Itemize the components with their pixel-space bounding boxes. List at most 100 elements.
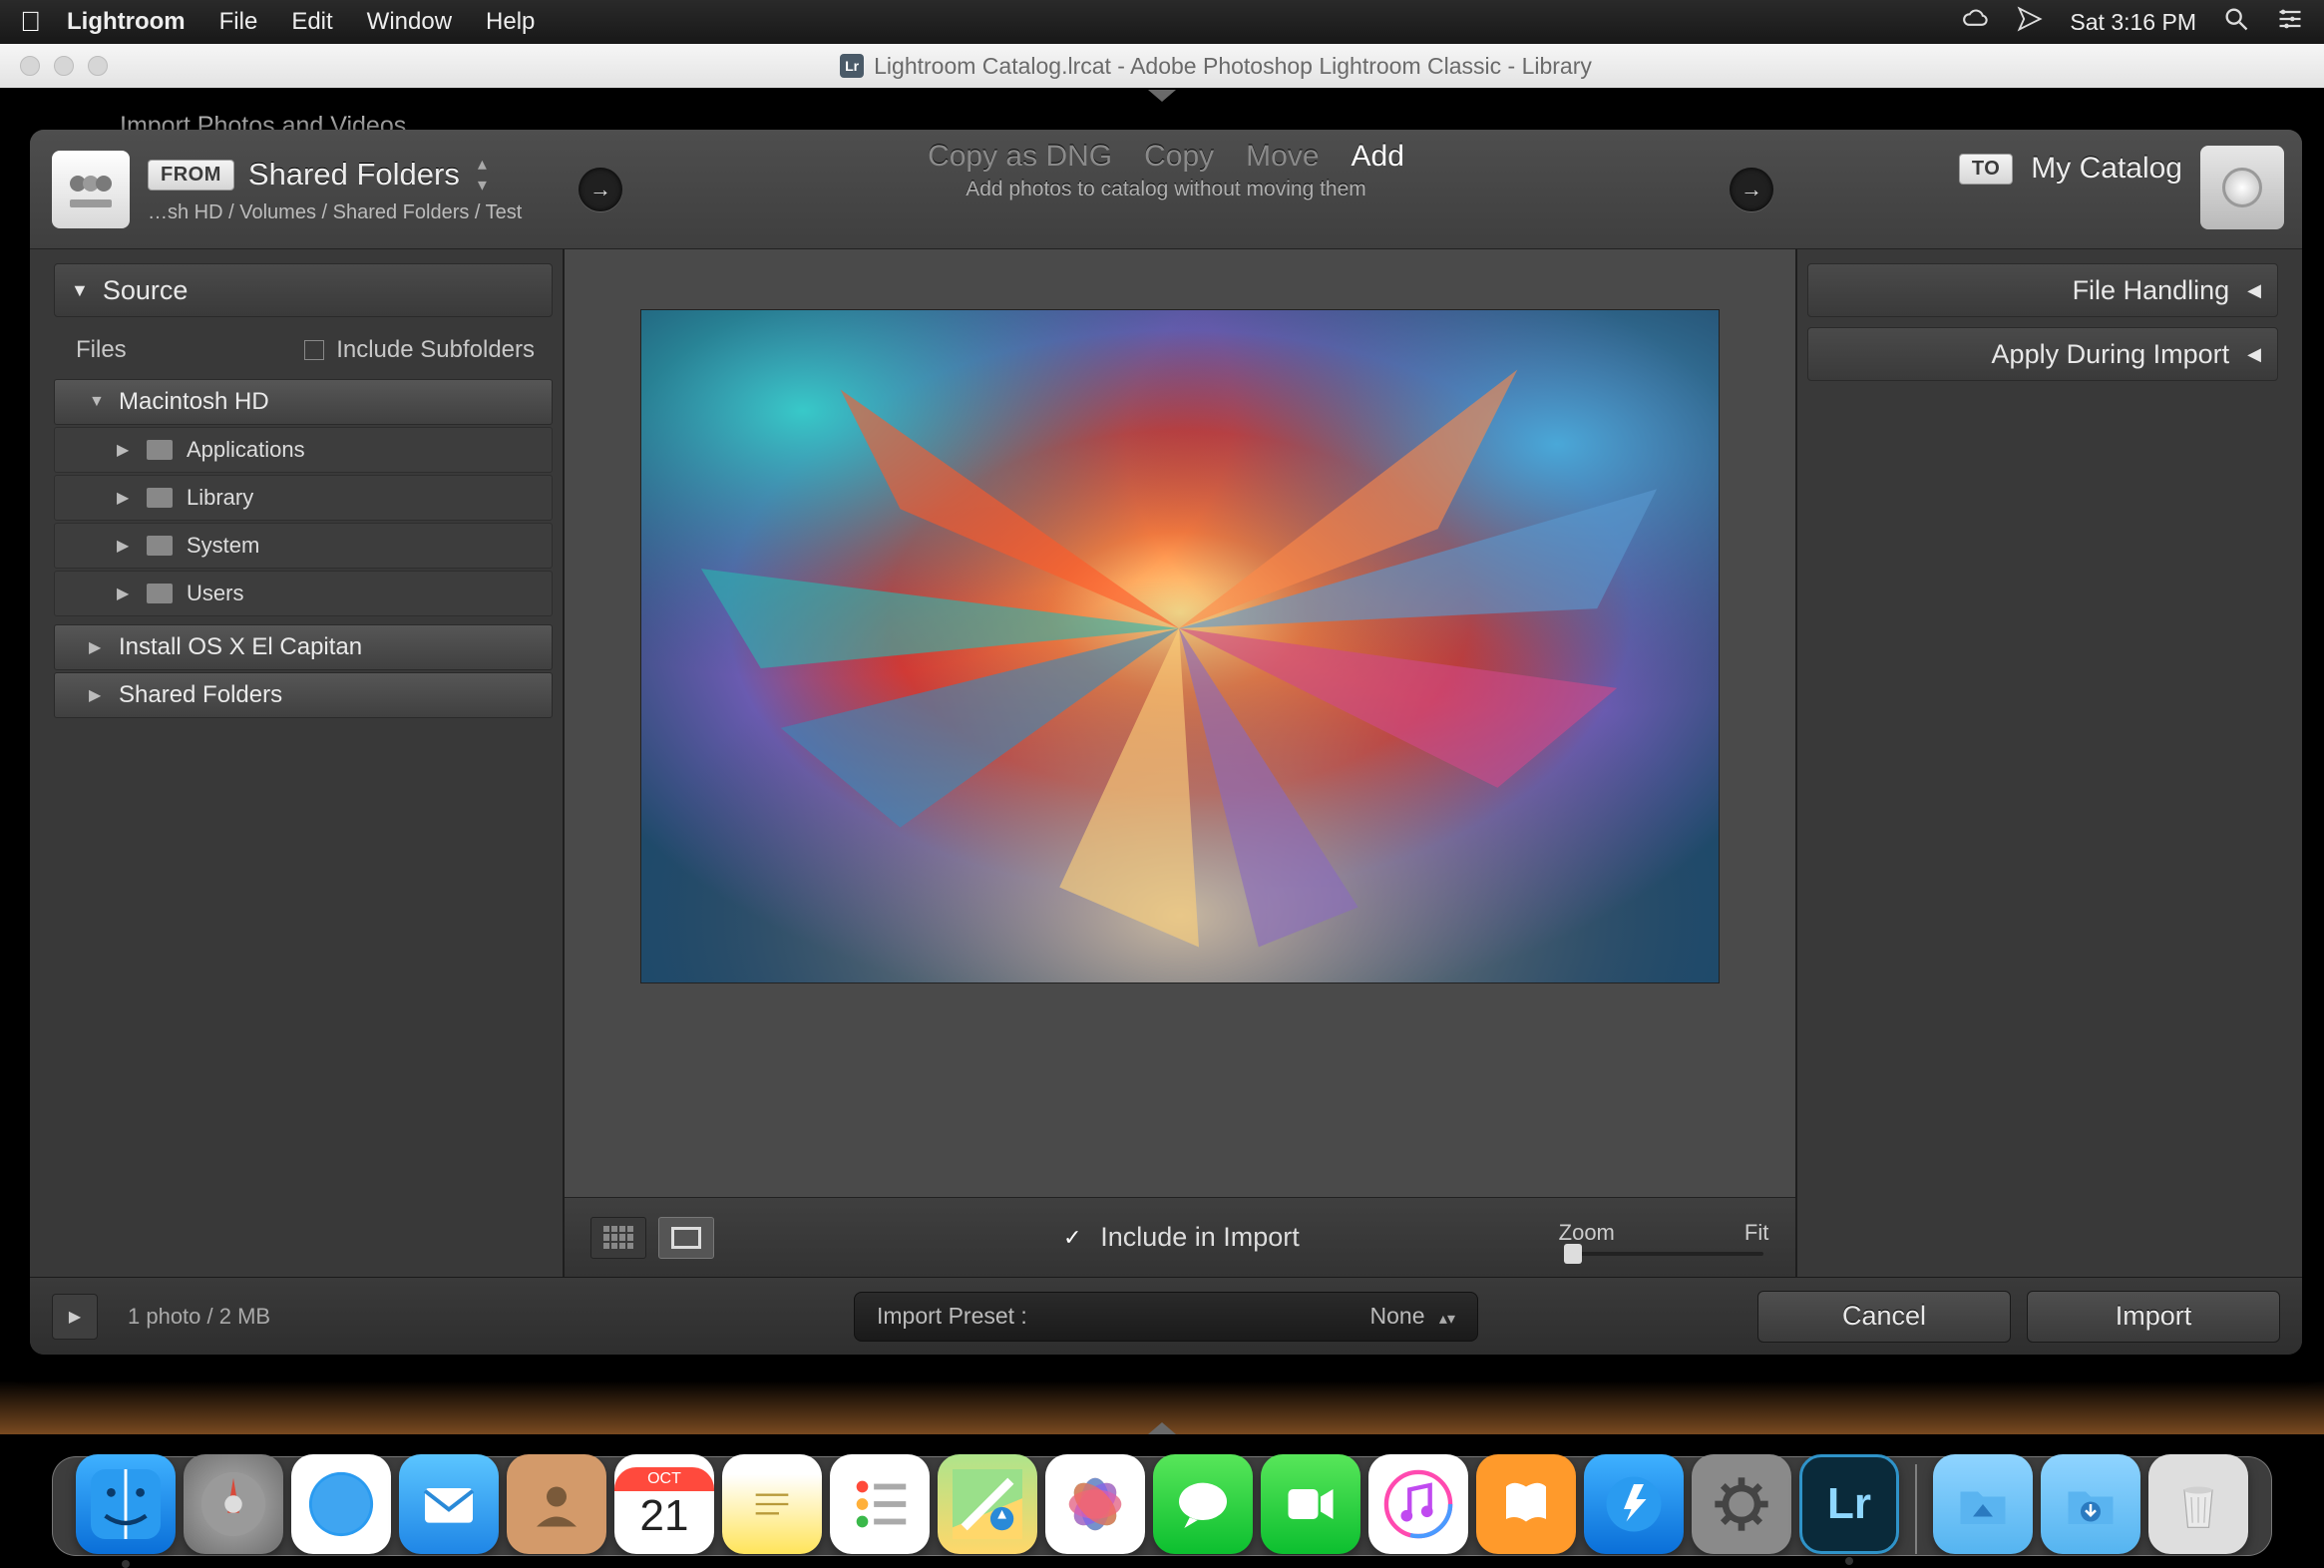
- dock-messages[interactable]: [1153, 1454, 1253, 1554]
- import-header: FROM Shared Folders ▴▾ …sh HD / Volumes …: [30, 130, 2302, 249]
- import-status: 1 photo / 2 MB: [128, 1304, 270, 1330]
- grid-icon: [603, 1226, 633, 1250]
- from-dropdown-arrows-icon[interactable]: ▴▾: [478, 154, 487, 196]
- collapse-triangle-icon: ▼: [71, 280, 89, 301]
- import-op-add[interactable]: Add: [1352, 140, 1404, 174]
- traffic-light-zoom[interactable]: [88, 56, 108, 76]
- preview-panel: ✓ Include in Import Zoom Fit: [565, 249, 1797, 1277]
- file-handling-panel-header[interactable]: File Handling ◀: [1807, 263, 2278, 317]
- collapse-indicator-top[interactable]: [1148, 90, 1176, 102]
- right-panel: File Handling ◀ Apply During Import ◀: [1797, 249, 2302, 1277]
- files-tab[interactable]: Files: [76, 336, 127, 364]
- single-view-icon: [671, 1227, 701, 1249]
- from-source-dropdown[interactable]: Shared Folders: [248, 157, 460, 193]
- checkbox-icon: [304, 340, 324, 360]
- creative-cloud-icon[interactable]: [1962, 5, 1990, 40]
- zoom-slider[interactable]: [1564, 1252, 1763, 1256]
- menu-window[interactable]: Window: [367, 8, 452, 36]
- expand-triangle-icon: ▼: [89, 393, 105, 411]
- import-dialog: FROM Shared Folders ▴▾ …sh HD / Volumes …: [30, 130, 2302, 1355]
- control-center-icon[interactable]: [2276, 5, 2304, 40]
- import-op-copy[interactable]: Copy: [1144, 140, 1214, 174]
- dock-photos[interactable]: [1045, 1454, 1145, 1554]
- import-op-description: Add photos to catalog without moving the…: [966, 178, 1366, 201]
- from-path-breadcrumb[interactable]: …sh HD / Volumes / Shared Folders / Test: [148, 201, 522, 224]
- grid-view-button[interactable]: [590, 1217, 646, 1259]
- to-destination-dropdown[interactable]: My Catalog: [2031, 152, 2182, 186]
- spotlight-icon[interactable]: [2222, 5, 2250, 40]
- tree-folder-applications[interactable]: ▶Applications: [54, 427, 553, 473]
- tree-folder-system[interactable]: ▶System: [54, 523, 553, 569]
- import-op-copy-dng[interactable]: Copy as DNG: [928, 140, 1112, 174]
- to-badge: TO: [1959, 154, 2013, 185]
- dock-ibooks[interactable]: [1476, 1454, 1576, 1554]
- include-subfolders-checkbox[interactable]: Include Subfolders: [304, 336, 535, 364]
- folder-icon: [147, 584, 173, 603]
- nav-forward-1[interactable]: →: [579, 168, 622, 211]
- minimize-import-button[interactable]: ▶: [52, 1294, 98, 1340]
- cancel-button[interactable]: Cancel: [1757, 1291, 2011, 1343]
- zoom-label: Zoom: [1559, 1220, 1615, 1246]
- dock-launchpad[interactable]: [184, 1454, 283, 1554]
- import-footer: ▶ 1 photo / 2 MB Import Preset : None ▴▾…: [30, 1277, 2302, 1355]
- dock-lightroom[interactable]: Lr: [1799, 1454, 1899, 1554]
- menu-file[interactable]: File: [219, 8, 258, 36]
- collapse-indicator-bottom[interactable]: [1148, 1422, 1176, 1434]
- dock-facetime[interactable]: [1261, 1454, 1360, 1554]
- dock-reminders[interactable]: [830, 1454, 930, 1554]
- window-titlebar: Lr Lightroom Catalog.lrcat - Adobe Photo…: [0, 44, 2324, 88]
- folder-icon: [147, 488, 173, 508]
- import-button[interactable]: Import: [2027, 1291, 2280, 1343]
- app-menu[interactable]: Lightroom: [67, 8, 186, 36]
- source-drive-icon[interactable]: [52, 151, 130, 228]
- dock-folder-1[interactable]: [1933, 1454, 2033, 1554]
- dock-calendar[interactable]: OCT21: [614, 1454, 714, 1554]
- dock-finder[interactable]: [76, 1454, 176, 1554]
- tree-volume-install-osx[interactable]: ▶Install OS X El Capitan: [54, 624, 553, 670]
- zoom-slider-thumb[interactable]: [1564, 1244, 1582, 1264]
- dock-downloads[interactable]: [2041, 1454, 2140, 1554]
- source-panel-header[interactable]: ▼ Source: [54, 263, 553, 317]
- tree-volume-shared-folders[interactable]: ▶Shared Folders: [54, 672, 553, 718]
- menu-edit[interactable]: Edit: [291, 8, 332, 36]
- collapse-triangle-icon: ◀: [2247, 280, 2261, 301]
- dock-safari[interactable]: [291, 1454, 391, 1554]
- destination-drive-icon[interactable]: [2200, 146, 2284, 229]
- menubar-clock[interactable]: Sat 3:16 PM: [2070, 9, 2196, 36]
- file-handling-title: File Handling: [2073, 275, 2230, 306]
- from-badge: FROM: [148, 160, 234, 191]
- source-panel: ▼ Source Files Include Subfolders ▼ Maci…: [30, 249, 565, 1277]
- notification-icon[interactable]: [2016, 5, 2044, 40]
- dock-maps[interactable]: [938, 1454, 1037, 1554]
- include-in-import-toggle[interactable]: ✓ Include in Import: [1060, 1222, 1300, 1253]
- dock-trash[interactable]: [2148, 1454, 2248, 1554]
- dock-contacts[interactable]: [507, 1454, 606, 1554]
- dock-appstore[interactable]: [1584, 1454, 1684, 1554]
- loupe-view-button[interactable]: [658, 1217, 714, 1259]
- tree-folder-library[interactable]: ▶Library: [54, 475, 553, 521]
- folder-icon: [147, 536, 173, 556]
- photo-thumbnail[interactable]: [640, 309, 1720, 983]
- macos-menubar:  Lightroom File Edit Window Help Sat 3:…: [0, 0, 2324, 44]
- window-title: Lightroom Catalog.lrcat - Adobe Photosho…: [874, 53, 1592, 80]
- apple-menu-icon[interactable]: : [20, 6, 41, 38]
- dock-itunes[interactable]: [1368, 1454, 1468, 1554]
- traffic-light-minimize[interactable]: [54, 56, 74, 76]
- apply-during-import-panel-header[interactable]: Apply During Import ◀: [1807, 327, 2278, 381]
- tree-folder-users[interactable]: ▶Users: [54, 571, 553, 616]
- traffic-light-close[interactable]: [20, 56, 40, 76]
- nav-forward-2[interactable]: →: [1730, 168, 1773, 211]
- fit-label[interactable]: Fit: [1744, 1220, 1768, 1246]
- dock-system-preferences[interactable]: [1692, 1454, 1791, 1554]
- dock-mail[interactable]: [399, 1454, 499, 1554]
- dock-notes[interactable]: [722, 1454, 822, 1554]
- app-icon: Lr: [840, 54, 864, 78]
- import-preset-dropdown[interactable]: Import Preset : None ▴▾: [854, 1292, 1478, 1342]
- tree-volume-macintosh-hd[interactable]: ▼ Macintosh HD: [54, 379, 553, 425]
- source-panel-title: Source: [103, 275, 189, 306]
- menu-help[interactable]: Help: [486, 8, 535, 36]
- dropdown-arrows-icon: ▴▾: [1434, 1311, 1455, 1328]
- import-op-move[interactable]: Move: [1246, 140, 1319, 174]
- macos-dock: OCT21 Lr: [52, 1434, 2272, 1562]
- collapse-triangle-icon: ◀: [2247, 344, 2261, 365]
